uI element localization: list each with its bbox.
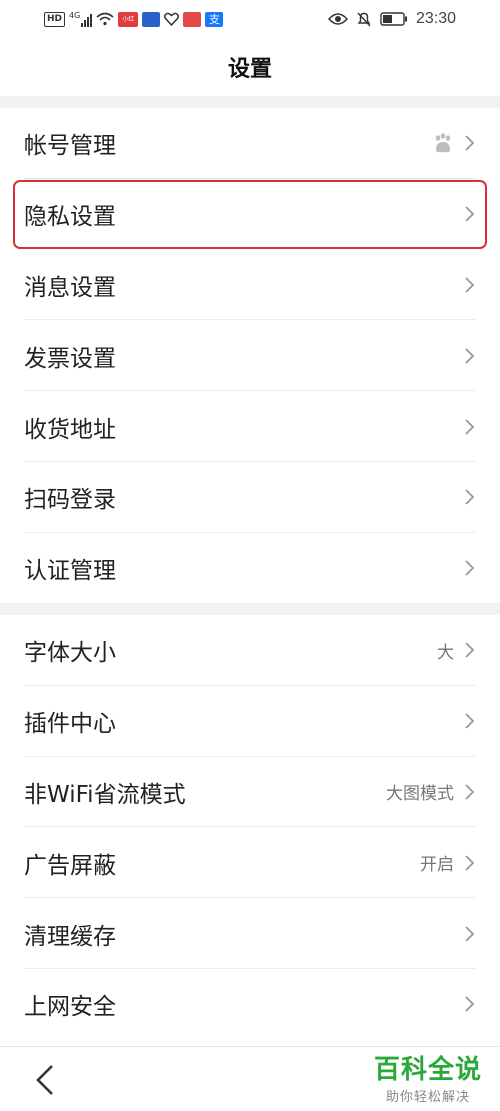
row-label: 收货地址 <box>24 416 116 443</box>
row-value: 大图模式 <box>386 784 454 805</box>
settings-row-message[interactable]: 消息设置 <box>0 250 500 321</box>
chevron-right-icon <box>465 713 475 729</box>
baidu-paw-icon <box>435 133 451 153</box>
blue-app-icon <box>142 11 161 27</box>
settings-row-font-size[interactable]: 字体大小 大 <box>0 615 500 686</box>
status-right: 23:30 <box>327 10 456 28</box>
row-label: 广告屏蔽 <box>24 852 116 879</box>
title-bar: 设置 <box>0 38 500 96</box>
status-time: 23:30 <box>415 10 456 27</box>
watermark-title: 百科全说 <box>373 1055 482 1085</box>
chevron-right-icon <box>465 996 475 1013</box>
row-label: 非WiFi省流模式 <box>24 781 186 808</box>
row-label: 上网安全 <box>24 994 116 1021</box>
settings-row-address[interactable]: 收货地址 <box>0 391 500 462</box>
chevron-right-icon <box>465 277 475 293</box>
chevron-right-icon <box>465 784 475 800</box>
row-right <box>432 132 476 154</box>
section-divider <box>0 96 500 108</box>
settings-row-privacy[interactable]: 隐私设置 <box>12 179 488 250</box>
xiaohongshu-app-icon: 小红书 <box>118 11 139 38</box>
wifi-icon <box>96 12 114 26</box>
settings-row-account[interactable]: 帐号管理 <box>0 108 500 179</box>
chevron-right-icon <box>465 560 475 576</box>
chevron-right-icon <box>465 642 475 659</box>
row-label: 字体大小 <box>24 640 116 667</box>
row-right <box>464 925 476 943</box>
row-right <box>464 712 476 730</box>
bottom-bar: 百科全说 助你轻松解决 <box>0 1046 500 1111</box>
settings-group-general: 字体大小 大 插件中心 非WiFi省流模式 大图模式 广告屏蔽 开启 清理缓存 … <box>0 615 500 1040</box>
settings-row-certification[interactable]: 认证管理 <box>0 533 500 604</box>
hd-icon: HD <box>44 11 66 27</box>
row-label: 消息设置 <box>24 274 116 301</box>
row-label: 插件中心 <box>24 711 116 738</box>
battery-icon <box>380 12 407 26</box>
row-right <box>464 347 476 365</box>
chevron-right-icon <box>465 925 475 942</box>
bell-muted-icon <box>357 12 371 27</box>
row-right <box>464 205 476 223</box>
row-value: 开启 <box>420 855 454 876</box>
red-app-icon <box>183 11 202 27</box>
settings-row-plugins[interactable]: 插件中心 <box>0 686 500 757</box>
row-right: 大图模式 <box>386 779 476 804</box>
row-right <box>464 418 476 436</box>
row-right: 开启 <box>420 850 476 875</box>
row-right <box>464 995 476 1013</box>
row-label: 扫码登录 <box>24 487 116 514</box>
chevron-right-icon <box>465 206 475 222</box>
section-divider <box>0 603 500 615</box>
row-label: 认证管理 <box>24 558 116 585</box>
settings-row-web-security[interactable]: 上网安全 <box>0 969 500 1040</box>
row-right <box>464 276 476 294</box>
status-bar: HD 4G 小红书 支 23:30 <box>0 0 500 38</box>
heart-outline-icon <box>164 12 180 26</box>
alipay-app-icon: 支 <box>205 11 224 27</box>
page-title: 设置 <box>227 57 272 82</box>
row-value: 大 <box>437 642 454 663</box>
row-label: 清理缓存 <box>24 923 116 950</box>
row-right <box>464 488 476 506</box>
settings-group-account: 帐号管理 隐私设置 消息设置 发票设置 收货地址 扫码登录 认证管理 <box>0 108 500 604</box>
network-type-label: 4G <box>69 11 81 20</box>
settings-row-ad-block[interactable]: 广告屏蔽 开启 <box>0 827 500 898</box>
row-right: 大 <box>437 638 476 663</box>
chevron-right-icon <box>465 135 475 152</box>
back-arrow-icon[interactable] <box>32 1063 58 1097</box>
row-label: 发票设置 <box>24 345 116 372</box>
eye-icon <box>327 13 348 25</box>
status-left: HD 4G 小红书 支 <box>44 11 224 38</box>
settings-row-clear-cache[interactable]: 清理缓存 <box>0 898 500 969</box>
row-label: 隐私设置 <box>24 204 116 231</box>
settings-row-data-saver[interactable]: 非WiFi省流模式 大图模式 <box>0 757 500 828</box>
row-right <box>464 559 476 577</box>
chevron-right-icon <box>465 348 475 364</box>
chevron-right-icon <box>465 489 475 506</box>
settings-row-scan-login[interactable]: 扫码登录 <box>0 462 500 533</box>
signal-icon: 4G <box>69 11 93 27</box>
row-label: 帐号管理 <box>24 133 116 160</box>
chevron-right-icon <box>465 418 475 435</box>
chevron-right-icon <box>465 855 475 871</box>
settings-row-invoice[interactable]: 发票设置 <box>0 320 500 391</box>
watermark-subtitle: 助你轻松解决 <box>385 1090 470 1105</box>
watermark-logo: 百科全说 助你轻松解决 <box>374 1049 482 1105</box>
